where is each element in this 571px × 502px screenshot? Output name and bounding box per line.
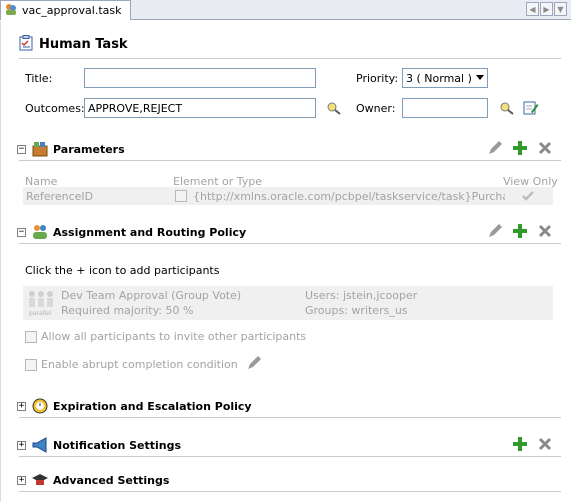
priority-label: Priority: [356, 72, 399, 85]
notification-title: Notification Settings [53, 438, 182, 452]
advanced-settings-icon [31, 471, 49, 489]
priority-select[interactable]: 3 ( Normal ) [402, 68, 488, 88]
divider [19, 58, 561, 59]
collapse-icon[interactable]: − [17, 227, 26, 237]
expand-icon[interactable]: + [17, 475, 26, 485]
title-field[interactable] [84, 68, 316, 88]
allow-invite-label: Allow all participants to invite other p… [41, 330, 307, 343]
allow-invite-checkbox[interactable] [25, 330, 37, 343]
add-plus-icon[interactable] [512, 223, 528, 239]
outcomes-label: Outcomes: [25, 102, 85, 115]
param-type: {http://xmlns.oracle.com/pcbpel/taskserv… [193, 190, 505, 203]
tab-scroll-right-icon[interactable]: ▶ [540, 2, 553, 16]
type-checkbox [175, 190, 187, 205]
owner-browse-icon[interactable] [499, 100, 515, 116]
delete-x-icon[interactable] [537, 223, 553, 239]
participant-block[interactable]: parallel Dev Team Approval (Group Vote) … [23, 286, 553, 320]
delete-x-icon[interactable] [537, 436, 553, 452]
expiration-title: Expiration and Escalation Policy [53, 399, 252, 413]
divider [19, 243, 561, 244]
edit-pencil-icon[interactable] [246, 355, 262, 374]
expand-icon[interactable]: + [17, 401, 26, 411]
add-participants-hint: Click the + icon to add participants [25, 264, 220, 277]
assignment-section-header[interactable]: − Assignment and Routing Policy [17, 221, 562, 243]
expiration-section-header[interactable]: + Expiration and Escalation Policy [17, 395, 562, 417]
outcomes-field[interactable]: APPROVE,REJECT [84, 98, 316, 118]
notification-section-header[interactable]: + Notification Settings [17, 434, 562, 456]
abrupt-completion-checkbox[interactable] [25, 358, 37, 371]
megaphone-icon [31, 436, 49, 454]
tab-vac-approval[interactable]: vac_approval.task [0, 0, 131, 20]
table-row[interactable]: ReferenceID {http://xmlns.oracle.com/pcb… [23, 187, 553, 205]
priority-value: 3 ( Normal ) [406, 71, 472, 85]
page-title: Human Task [39, 37, 128, 52]
owner-label: Owner: [356, 102, 396, 115]
assignment-title: Assignment and Routing Policy [53, 225, 247, 239]
participant-groups: Groups: writers_us [305, 304, 408, 317]
human-task-icon [19, 35, 34, 54]
divider [19, 160, 561, 161]
task-file-icon [4, 2, 18, 19]
collapse-icon[interactable]: − [17, 144, 26, 154]
edit-pencil-icon[interactable] [487, 140, 503, 156]
allow-invite-option[interactable]: Allow all participants to invite other p… [25, 330, 306, 343]
task-editor: Human Task Title: Priority: 3 ( Normal )… [0, 21, 571, 502]
abrupt-completion-label: Enable abrupt completion condition [41, 358, 238, 371]
parameters-section-header[interactable]: − Parameters [17, 138, 562, 160]
participant-users: Users: jstein,jcooper [305, 289, 418, 302]
owner-field[interactable] [402, 98, 488, 118]
abrupt-completion-option[interactable]: Enable abrupt completion condition [25, 355, 262, 374]
page-header: Human Task [19, 35, 128, 54]
tab-list-icon[interactable]: ▼ [554, 2, 567, 16]
view-only-check-icon [521, 189, 535, 206]
expiration-clock-icon [31, 397, 49, 415]
parameters-icon [31, 140, 49, 158]
chevron-down-icon [476, 75, 484, 80]
divider [19, 491, 561, 492]
advanced-section-header[interactable]: + Advanced Settings [17, 469, 562, 491]
edit-pencil-icon[interactable] [487, 223, 503, 239]
tab-scroll-left-icon[interactable]: ◀ [526, 2, 539, 16]
participant-name: Dev Team Approval (Group Vote) [61, 289, 242, 302]
tab-label: vac_approval.task [22, 4, 122, 17]
participant-majority: Required majority: 50 % [61, 304, 194, 317]
owner-edit-expression-icon[interactable] [523, 100, 539, 116]
advanced-title: Advanced Settings [53, 473, 170, 487]
parameters-title: Parameters [53, 142, 125, 156]
add-plus-icon[interactable] [512, 140, 528, 156]
param-name: ReferenceID [26, 190, 94, 203]
delete-x-icon[interactable] [537, 140, 553, 156]
add-plus-icon[interactable] [512, 436, 528, 452]
outcomes-browse-icon[interactable] [326, 100, 342, 116]
editor-tab-bar: vac_approval.task ◀ ▶ ▼ [0, 0, 571, 20]
assignment-icon [31, 223, 49, 241]
title-label: Title: [25, 72, 53, 85]
divider [19, 456, 561, 457]
participant-icon-caption: parallel [29, 310, 52, 317]
divider [19, 417, 561, 418]
expand-icon[interactable]: + [17, 440, 26, 450]
parallel-group-icon: parallel [26, 288, 56, 318]
